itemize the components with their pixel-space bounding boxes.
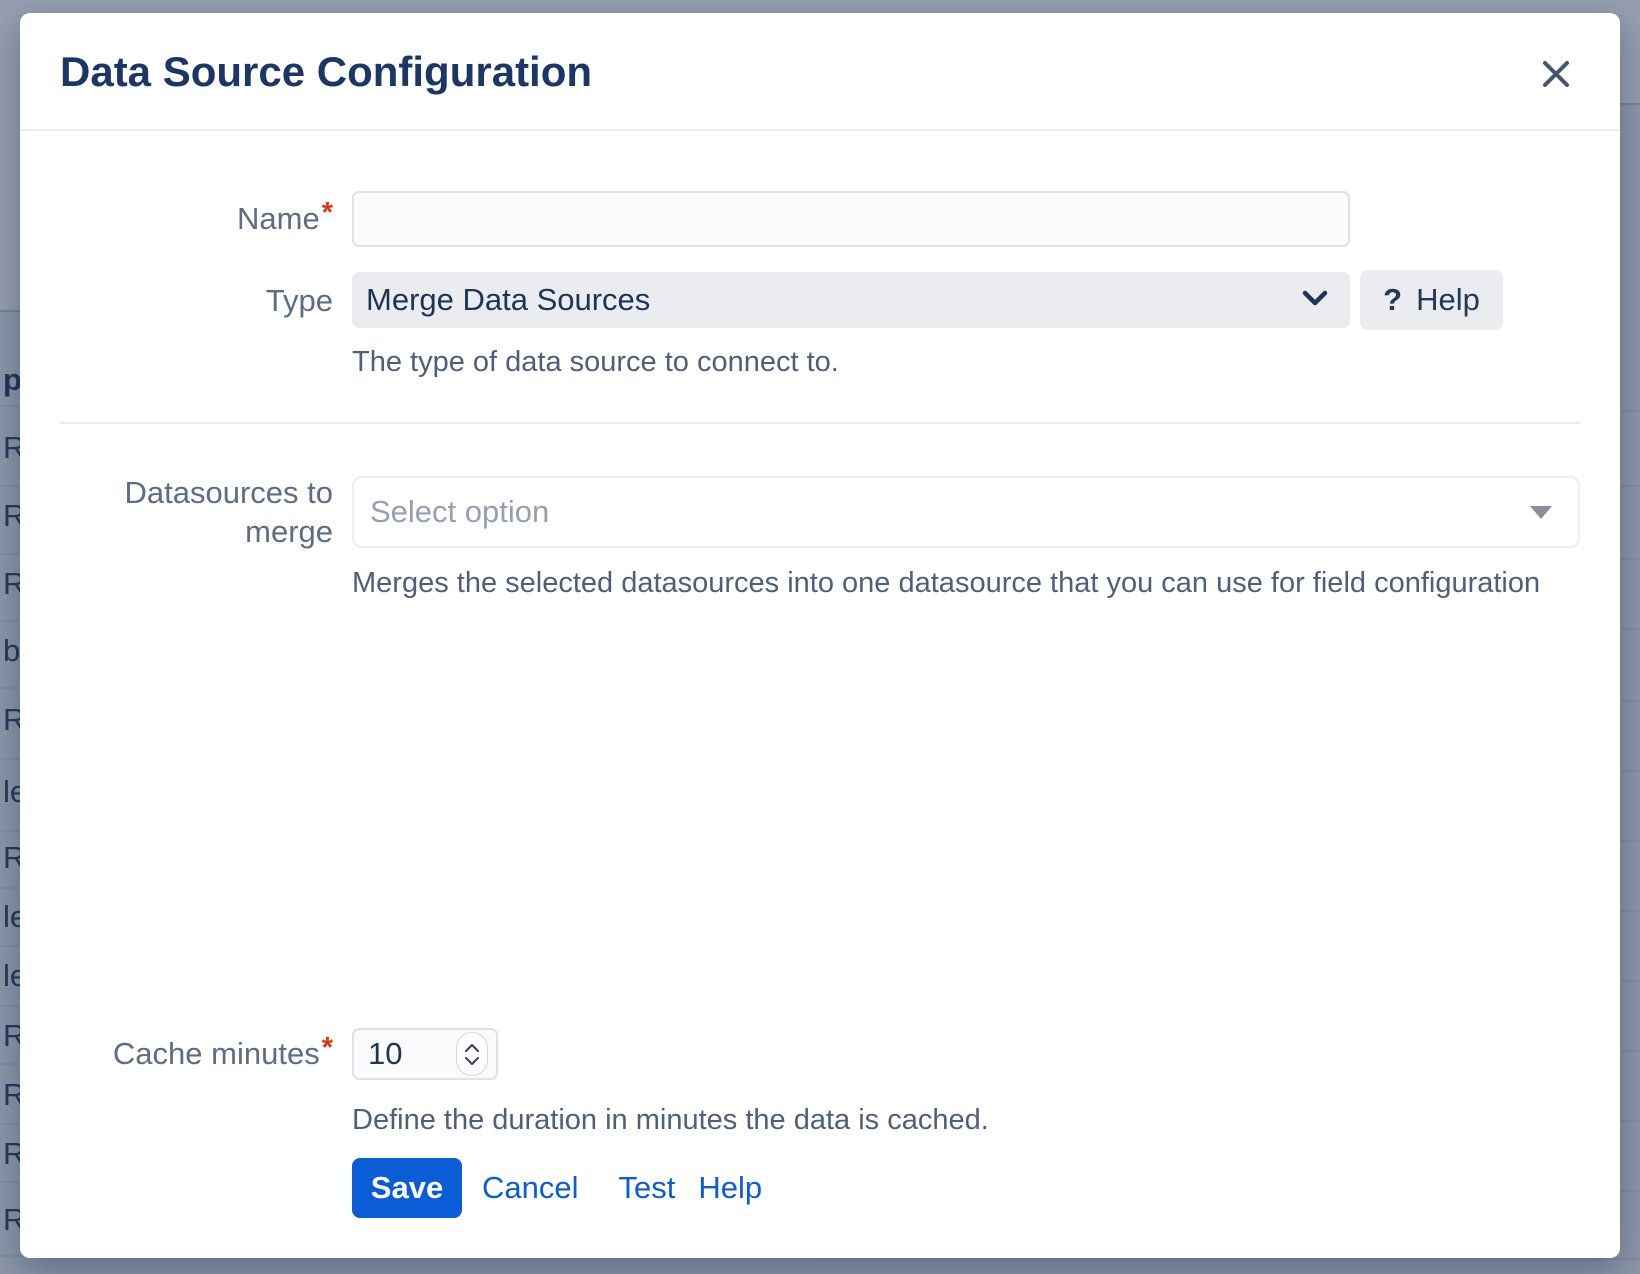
name-label: Name* [60,199,333,240]
name-field-row: Name* [60,191,1580,247]
cache-description: Define the duration in minutes the data … [352,1102,1580,1138]
close-icon [1541,59,1571,92]
merge-field-row: Datasources to merge Select option [60,473,1580,551]
cancel-button[interactable]: Cancel [482,1170,579,1206]
empty-space [60,601,1580,1028]
dialog-actions: Save Cancel Test Help [352,1158,1580,1218]
cache-field-row: Cache minutes* [60,1028,1580,1080]
stepper-down-icon [464,1056,480,1066]
merge-label: Datasources to merge [60,473,333,551]
data-source-configuration-dialog: Data Source Configuration Name* Type [20,13,1620,1258]
type-help-button-label: Help [1416,282,1480,318]
test-button[interactable]: Test [619,1170,676,1206]
type-help-button[interactable]: ? Help [1360,270,1503,330]
dropdown-caret-icon [1530,506,1552,519]
close-button[interactable] [1536,55,1576,95]
name-input[interactable] [352,191,1350,247]
number-stepper[interactable] [456,1032,488,1076]
dialog-title: Data Source Configuration [60,49,1580,95]
chevron-down-icon [1300,288,1330,313]
merge-select-placeholder: Select option [370,494,1530,530]
page: pe R R R ba R le R le le R R R R Data So… [0,0,1640,1274]
required-asterisk: * [322,1032,333,1064]
type-description: The type of data source to connect to. [352,344,1580,380]
dialog-body: Name* Type Merge Data Sources ? [20,191,1620,1218]
type-field-row: Type Merge Data Sources ? Help [60,270,1580,330]
question-mark-icon: ? [1383,282,1402,318]
merge-select[interactable]: Select option [352,476,1580,548]
stepper-up-icon [464,1043,480,1053]
cache-label: Cache minutes* [60,1034,333,1075]
save-button[interactable]: Save [352,1158,462,1218]
required-asterisk: * [322,197,333,229]
dialog-header: Data Source Configuration [20,13,1620,131]
type-select[interactable]: Merge Data Sources [352,272,1350,328]
type-label: Type [60,281,333,320]
section-divider [60,422,1580,424]
type-selected-value: Merge Data Sources [366,282,1300,318]
help-button[interactable]: Help [698,1170,762,1206]
merge-description: Merges the selected datasources into one… [352,565,1580,601]
